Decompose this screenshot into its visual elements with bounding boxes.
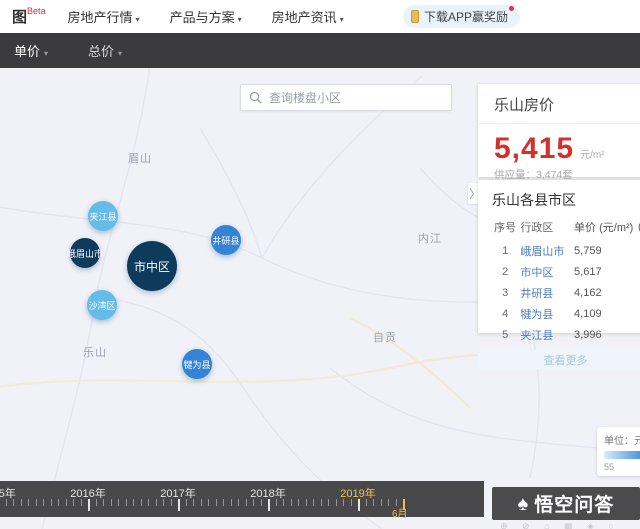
table-row[interactable]: 1 峨眉山市 5,759	[490, 240, 640, 261]
watermark-brand: 悟空问答	[534, 495, 615, 516]
price-unit: 元/m²	[580, 150, 605, 161]
table-row[interactable]: 5 夹江县 3,996	[490, 324, 640, 345]
search-input[interactable]	[269, 90, 443, 105]
current-month-label: 6月	[392, 509, 408, 520]
district-table-card: 乐山各县市区 序号 行政区 单价 (元/m²) ( 1 峨眉山市 5,759	[478, 180, 640, 369]
chevron-down-icon: ▾	[118, 49, 123, 58]
district-link[interactable]: 夹江县	[520, 330, 553, 342]
phone-icon	[410, 10, 419, 23]
col-price: 单价 (元/m²)	[574, 222, 634, 234]
nav-item-products[interactable]: 产品与方案 ▾	[170, 7, 242, 26]
tab-unit-price[interactable]: 单价 ▾	[14, 41, 48, 60]
average-price-value: 5,415	[494, 132, 575, 165]
tab-total-price[interactable]: 总价 ▾	[88, 41, 122, 60]
logo-text: 图	[12, 9, 28, 26]
legend-value: 55	[604, 462, 615, 472]
col-district: 行政区	[520, 222, 554, 234]
chevron-down-icon: ▾	[339, 15, 344, 24]
table-row[interactable]: 4 犍为县 4,109	[490, 303, 640, 324]
bubble-shawan[interactable]: 沙湾区	[87, 290, 117, 320]
city-label-neijiang: 内江	[418, 233, 442, 245]
bubble-jiajiang[interactable]: 夹江县	[88, 201, 118, 231]
bubble-shizhongqu[interactable]: 市中区	[127, 241, 177, 291]
table-row[interactable]: 3 井研县 4,162	[490, 282, 640, 303]
watermark-banner: ♠ 悟空问答	[492, 487, 640, 520]
wukong-logo-icon: ♠	[517, 492, 529, 515]
legend-unit-label: 单位：元	[604, 436, 640, 447]
download-app-button[interactable]: 下载APP赢奖励	[402, 5, 520, 28]
timeline-ticks	[0, 499, 484, 512]
bubble-emeishan[interactable]: 峨眉山市	[67, 238, 103, 268]
city-label-zigong: 自贡	[373, 332, 397, 344]
city-price-title: 乐山房价	[478, 84, 640, 124]
city-label-leshan: 乐山	[83, 347, 107, 359]
col-seq: 序号	[494, 222, 517, 234]
site-logo[interactable]: 图Beta	[12, 6, 46, 27]
district-link[interactable]: 市中区	[520, 267, 553, 279]
table-see-more-link[interactable]: 查看更多	[478, 350, 640, 369]
beta-badge: Beta	[27, 6, 46, 16]
notification-dot	[509, 6, 514, 11]
map-search	[240, 84, 452, 111]
chevron-down-icon: ▾	[237, 15, 242, 24]
district-table: 序号 行政区 单价 (元/m²) ( 1 峨眉山市 5,759 2 市中区	[490, 216, 640, 345]
bubble-qianwei[interactable]: 犍为县	[182, 349, 212, 379]
chevron-down-icon: ▾	[135, 15, 140, 24]
table-header-row: 序号 行政区 单价 (元/m²) (	[490, 216, 640, 240]
district-link[interactable]: 井研县	[520, 288, 553, 300]
district-link[interactable]: 峨眉山市	[520, 246, 564, 258]
download-app-label: 下载APP赢奖励	[423, 10, 508, 24]
top-nav: 图Beta 房地产行情 ▾ 产品与方案 ▾ 房地产资讯 ▾ 下载APP赢奖励	[0, 0, 640, 33]
price-legend: 单位：元 55	[597, 427, 640, 476]
page: 图Beta 房地产行情 ▾ 产品与方案 ▾ 房地产资讯 ▾ 下载APP赢奖励 单价 ▾ …	[0, 0, 640, 529]
city-price-card: 乐山房价 5,415 元/m² 供应量：3,474套 查看更多	[478, 84, 640, 199]
legend-gradient	[604, 451, 640, 459]
district-link[interactable]: 犍为县	[520, 309, 553, 321]
nav-item-news[interactable]: 房地产资讯 ▾	[272, 7, 344, 26]
search-icon	[249, 91, 262, 104]
chevron-down-icon: ▾	[44, 49, 49, 58]
bubble-jingyan[interactable]: 井研县	[211, 225, 241, 255]
nav-item-market[interactable]: 房地产行情 ▾	[68, 7, 140, 26]
district-table-title: 乐山各县市区	[492, 192, 576, 208]
map-canvas[interactable]: 眉山 内江 自贡 乐山 夹江县 峨眉山市 市中区 井研县 沙湾区 犍为县 乐山房…	[0, 68, 640, 529]
footer-glyph-icons: ⊕ ⊘ ⌂ ▦ ◈ ○	[500, 521, 620, 529]
table-row[interactable]: 2 市中区 5,617	[490, 261, 640, 282]
price-mode-bar: 单价 ▾ 总价 ▾	[0, 33, 640, 68]
city-label-meishan: 眉山	[128, 153, 152, 165]
timeline-slider[interactable]: 2015年 2016年 2017年 2018年 2019年 6月	[0, 481, 484, 520]
